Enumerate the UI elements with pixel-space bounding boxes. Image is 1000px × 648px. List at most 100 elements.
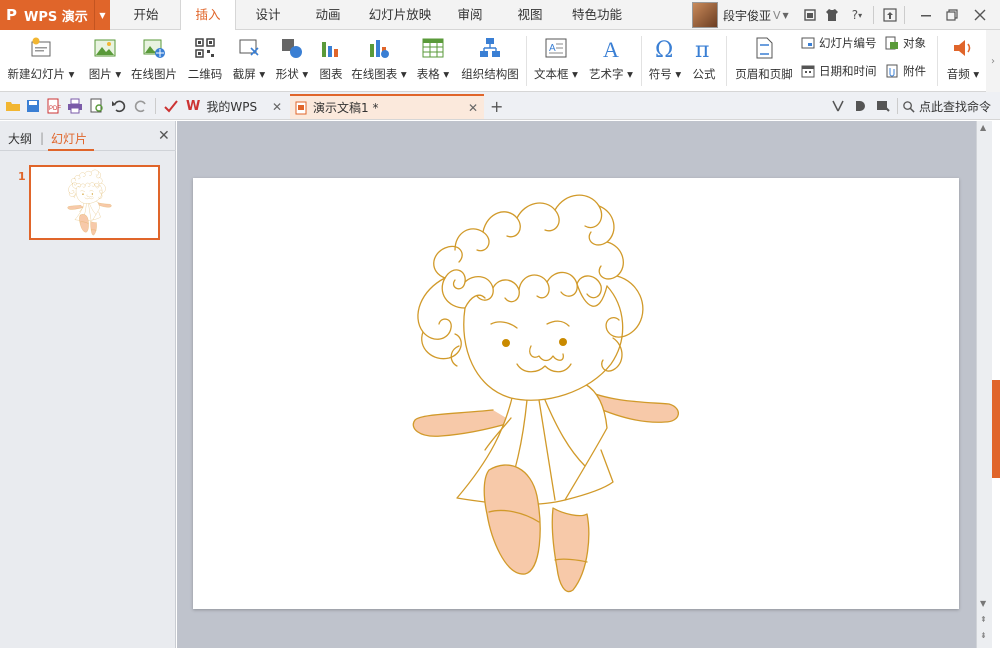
attachment-button[interactable]: 附件	[885, 61, 926, 81]
tab-slideshow[interactable]: 幻灯片放映	[362, 0, 438, 30]
vip-badge: V	[773, 8, 781, 22]
undo-icon[interactable]	[111, 98, 127, 114]
symbol-label: 符号	[648, 67, 672, 81]
share-icon[interactable]	[875, 98, 891, 114]
object-label: 对象	[903, 36, 926, 50]
tab-outline[interactable]: 大纲	[8, 130, 32, 147]
table-label: 表格	[416, 67, 440, 81]
next-page-icon[interactable]: ⇟	[980, 631, 987, 640]
tshirt-icon[interactable]	[824, 7, 840, 23]
minimize-icon[interactable]	[918, 7, 934, 23]
help-icon[interactable]: ? ▾	[846, 7, 868, 23]
table-icon	[422, 38, 444, 58]
object-icon	[885, 36, 898, 50]
close-tab-icon[interactable]: ✕	[468, 101, 478, 115]
app-menu-dropdown-icon[interactable]: ▼	[94, 0, 110, 30]
tab-document[interactable]: 演示文稿1 * ✕	[290, 94, 484, 119]
slide-number-button[interactable]: 幻灯片编号	[801, 33, 877, 53]
menu-bar: P WPS 演示 ▼ 开始 插入 设计 动画 幻灯片放映 审阅 视图 特色功能 …	[0, 0, 1000, 31]
new-tab-icon[interactable]: +	[490, 97, 503, 116]
slides-panel: 大纲 | 幻灯片 ✕ 1	[0, 121, 176, 648]
screenshot-button[interactable]: 截屏 ▾	[230, 34, 268, 88]
tab-view[interactable]: 视图	[508, 0, 552, 30]
header-footer-icon	[756, 37, 773, 59]
svg-text:A: A	[549, 43, 556, 54]
tab-insert[interactable]: 插入	[180, 0, 236, 31]
panel-tabs: 大纲 | 幻灯片 ✕	[0, 121, 176, 151]
save-icon[interactable]	[25, 98, 41, 114]
tab-special[interactable]: 特色功能	[564, 0, 630, 30]
audio-button[interactable]: 音频 ▾	[943, 34, 983, 88]
app-name: WPS 演示	[24, 9, 88, 25]
close-tab-icon[interactable]: ✕	[272, 100, 282, 114]
format-painter-icon[interactable]	[830, 98, 846, 114]
find-command-search[interactable]: 点此查找命令	[902, 98, 991, 115]
pi-icon: π	[695, 38, 709, 60]
prev-page-icon[interactable]: ⇞	[980, 615, 987, 624]
app-menu-button[interactable]: P WPS 演示 ▼	[0, 0, 110, 30]
screenshot-label: 截屏	[232, 67, 256, 81]
tab-design[interactable]: 设计	[244, 0, 292, 30]
formula-button[interactable]: π 公式	[688, 34, 720, 88]
object-button[interactable]: 对象	[885, 33, 926, 53]
symbol-button[interactable]: Ω 符号 ▾	[646, 34, 684, 88]
chart-label: 图表	[319, 67, 343, 81]
slide-canvas-area	[177, 121, 992, 648]
close-panel-icon[interactable]: ✕	[158, 128, 170, 144]
d-icon[interactable]	[852, 98, 868, 114]
tab-animation[interactable]: 动画	[304, 0, 352, 30]
avatar[interactable]	[692, 2, 718, 28]
user-dropdown-icon[interactable]: ▼	[783, 11, 789, 20]
open-folder-icon[interactable]	[5, 98, 21, 114]
calendar-icon	[801, 65, 815, 78]
print-preview-icon[interactable]	[89, 98, 105, 114]
new-slide-button[interactable]: 新建幻灯片 ▾	[6, 34, 76, 88]
online-picture-label: 在线图片	[131, 67, 177, 81]
ribbon-scroll-right-icon[interactable]: ›	[986, 30, 1000, 92]
table-button[interactable]: 表格 ▾	[414, 34, 452, 88]
shape-button[interactable]: 形状 ▾	[272, 34, 312, 88]
restore-icon[interactable]	[944, 7, 960, 23]
close-icon[interactable]	[972, 7, 988, 23]
org-chart-label: 组织结构图	[461, 67, 519, 81]
character-outline	[412, 194, 680, 593]
chart-button[interactable]: 图表	[316, 34, 346, 88]
tab-review[interactable]: 审阅	[448, 0, 492, 30]
qrcode-button[interactable]: 二维码	[186, 34, 224, 88]
scroll-up-icon[interactable]: ▲	[980, 123, 986, 132]
new-slide-icon	[31, 37, 51, 57]
svg-text:PDF: PDF	[49, 106, 61, 112]
picture-button[interactable]: 图片 ▾	[86, 34, 124, 88]
online-chart-label: 在线图表	[351, 67, 398, 81]
online-chart-button[interactable]: 在线图表 ▾	[350, 34, 408, 88]
slide-thumbnail-number: 1	[18, 170, 26, 183]
side-panel-handle[interactable]	[992, 380, 1000, 478]
new-slide-label: 新建幻灯片	[7, 67, 66, 81]
header-footer-button[interactable]: 页眉和页脚	[732, 34, 796, 88]
slide[interactable]	[193, 178, 959, 609]
redo-icon[interactable]	[133, 98, 149, 114]
attachment-icon	[886, 64, 898, 78]
print-icon[interactable]	[67, 98, 83, 114]
user-account[interactable]: 段宇俊亚 V ▼	[692, 2, 789, 28]
org-chart-button[interactable]: 组织结构图	[458, 34, 522, 88]
textbox-button[interactable]: A 文本框 ▾	[532, 34, 580, 88]
cartoon-girl-drawing[interactable]	[193, 178, 959, 609]
scroll-down-icon[interactable]: ▼	[980, 599, 986, 608]
slide-thumbnail[interactable]	[29, 165, 160, 240]
qrcode-label: 二维码	[187, 67, 223, 81]
online-picture-button[interactable]: 在线图片	[128, 34, 180, 88]
tab-slides[interactable]: 幻灯片	[51, 130, 87, 147]
customize-dropdown-icon[interactable]	[163, 98, 179, 114]
export-pdf-icon[interactable]: PDF	[45, 98, 61, 114]
tab-my-wps[interactable]: W 我的WPS ✕	[182, 94, 288, 119]
wordart-button[interactable]: A 艺术字 ▾	[586, 34, 636, 88]
upload-icon[interactable]	[882, 7, 898, 23]
skin-icon[interactable]	[802, 7, 818, 23]
formula-label: 公式	[692, 67, 716, 81]
speaker-icon	[954, 40, 971, 56]
tab-home[interactable]: 开始	[122, 0, 170, 30]
textbox-icon: A	[545, 38, 567, 58]
datetime-button[interactable]: 日期和时间	[801, 61, 877, 81]
vertical-scrollbar[interactable]: ▲ ▼ ⇞ ⇟	[976, 121, 992, 648]
